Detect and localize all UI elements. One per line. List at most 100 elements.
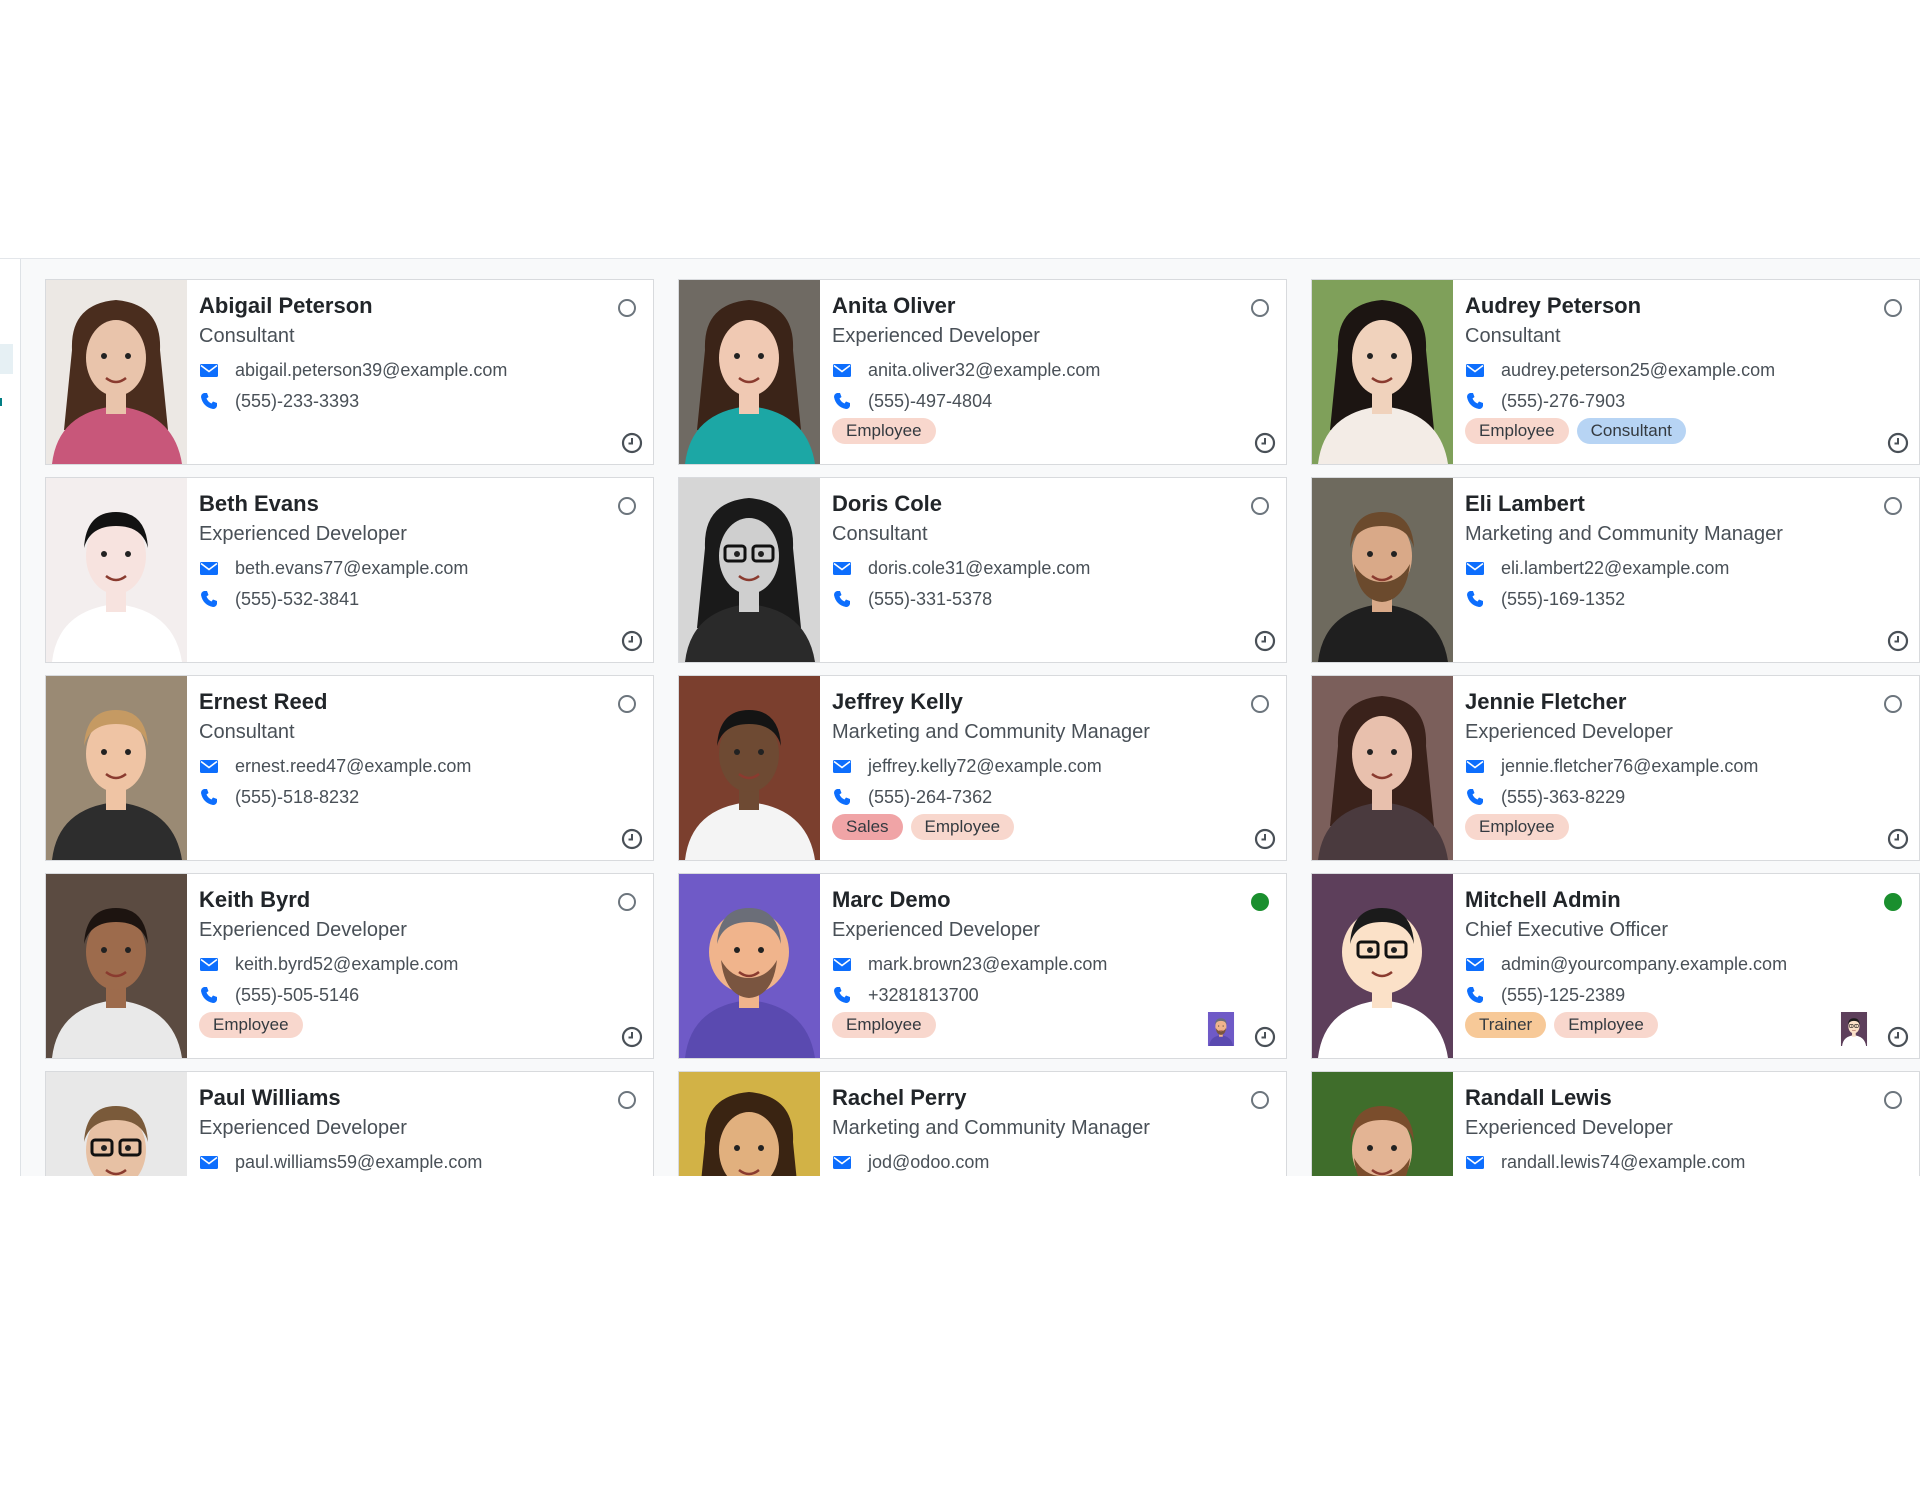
employee-email[interactable]: ernest.reed47@example.com xyxy=(235,754,471,778)
employee-kanban-grid: Abigail Peterson Consultant abigail.peters… xyxy=(45,279,1920,1176)
employee-email[interactable]: mark.brown23@example.com xyxy=(868,952,1107,976)
sidebar-selected-item[interactable] xyxy=(0,344,13,374)
employee-card[interactable]: Audrey Peterson Consultant audrey.peterson… xyxy=(1311,279,1920,465)
employee-email[interactable]: eli.lambert22@example.com xyxy=(1501,556,1729,580)
presence-icon[interactable] xyxy=(1250,694,1270,714)
clock-icon[interactable] xyxy=(621,630,643,652)
presence-icon[interactable] xyxy=(617,694,637,714)
employee-phone[interactable]: (555)-518-8232 xyxy=(235,785,359,809)
employee-email[interactable]: jod@odoo.com xyxy=(868,1150,989,1174)
employee-card[interactable]: Rachel Perry Marketing and Community Mana… xyxy=(678,1071,1287,1176)
presence-icon[interactable] xyxy=(1883,694,1903,714)
employee-info: Mitchell Admin Chief Executive Officer adm… xyxy=(1465,886,1859,1038)
phone-icon xyxy=(199,391,219,411)
employee-job-title: Marketing and Community Manager xyxy=(1465,523,1783,545)
employee-card[interactable]: Beth Evans Experienced Developer beth.evan… xyxy=(45,477,654,663)
employee-name: Paul Williams xyxy=(199,1085,341,1110)
presence-icon[interactable] xyxy=(617,892,637,912)
employee-name: Abigail Peterson xyxy=(199,293,373,318)
presence-icon[interactable] xyxy=(1250,496,1270,516)
employee-phone[interactable]: (555)-532-3841 xyxy=(235,587,359,611)
clock-icon[interactable] xyxy=(1887,630,1909,652)
presence-icon[interactable] xyxy=(1883,496,1903,516)
presence-icon[interactable] xyxy=(1883,1090,1903,1110)
employee-card[interactable]: Abigail Peterson Consultant abigail.peters… xyxy=(45,279,654,465)
envelope-icon xyxy=(199,558,219,578)
employee-job-title: Experienced Developer xyxy=(1465,721,1673,743)
employee-info: Eli Lambert Marketing and Community Manag… xyxy=(1465,490,1859,611)
presence-icon[interactable] xyxy=(1250,1090,1270,1110)
employee-card[interactable]: Keith Byrd Experienced Developer keith.byr… xyxy=(45,873,654,1059)
tag-employee: Employee xyxy=(910,814,1015,840)
employee-email[interactable]: jeffrey.kelly72@example.com xyxy=(868,754,1102,778)
clock-icon[interactable] xyxy=(1887,1026,1909,1048)
envelope-icon xyxy=(1465,1152,1485,1172)
tag-trainer: Trainer xyxy=(1465,1012,1547,1038)
sidebar-indicator xyxy=(0,398,2,406)
employee-job-title: Consultant xyxy=(1465,325,1561,347)
employee-info: Ernest Reed Consultant ernest.reed47@examp… xyxy=(199,688,593,809)
email-row: paul.williams59@example.com xyxy=(199,1150,593,1174)
employee-card[interactable]: Ernest Reed Consultant ernest.reed47@examp… xyxy=(45,675,654,861)
presence-icon[interactable] xyxy=(617,496,637,516)
employee-email[interactable]: anita.oliver32@example.com xyxy=(868,358,1100,382)
employee-info: Rachel Perry Marketing and Community Mana… xyxy=(832,1084,1226,1176)
employee-card[interactable]: Eli Lambert Marketing and Community Manag… xyxy=(1311,477,1920,663)
employee-email[interactable]: doris.cole31@example.com xyxy=(868,556,1090,580)
tag-list: Trainer Employee xyxy=(1465,1012,1859,1038)
clock-icon[interactable] xyxy=(621,1026,643,1048)
presence-icon[interactable] xyxy=(617,1090,637,1110)
user-avatar[interactable] xyxy=(1837,1012,1871,1046)
employee-phone[interactable]: +3281813700 xyxy=(868,983,979,1007)
employee-name: Jeffrey Kelly xyxy=(832,689,963,714)
employee-phone[interactable]: (555)-125-2389 xyxy=(1501,983,1625,1007)
employee-card[interactable]: Mitchell Admin Chief Executive Officer adm… xyxy=(1311,873,1920,1059)
clock-icon[interactable] xyxy=(621,828,643,850)
clock-icon[interactable] xyxy=(1254,828,1276,850)
employee-email[interactable]: admin@yourcompany.example.com xyxy=(1501,952,1787,976)
presence-icon[interactable] xyxy=(1883,298,1903,318)
employee-phone[interactable]: (555)-169-1352 xyxy=(1501,587,1625,611)
tag-list: Employee Consultant xyxy=(1465,418,1859,444)
employee-email[interactable]: randall.lewis74@example.com xyxy=(1501,1150,1745,1174)
presence-icon[interactable] xyxy=(1883,892,1903,912)
employee-card[interactable]: Anita Oliver Experienced Developer anita.o… xyxy=(678,279,1287,465)
employee-card[interactable]: Paul Williams Experienced Developer paul.w… xyxy=(45,1071,654,1176)
presence-icon[interactable] xyxy=(1250,298,1270,318)
clock-icon[interactable] xyxy=(1887,828,1909,850)
employee-phone[interactable]: (555)-363-8229 xyxy=(1501,785,1625,809)
employee-card[interactable]: Randall Lewis Experienced Developer randal… xyxy=(1311,1071,1920,1176)
employee-phone[interactable]: (555)-505-5146 xyxy=(235,983,359,1007)
kanban-view: Abigail Peterson Consultant abigail.peters… xyxy=(0,259,1920,1176)
employee-card[interactable]: Doris Cole Consultant doris.cole31@example… xyxy=(678,477,1287,663)
employee-phone[interactable]: (555)-276-7903 xyxy=(1501,389,1625,413)
clock-icon[interactable] xyxy=(1254,630,1276,652)
envelope-icon xyxy=(199,1152,219,1172)
employee-photo xyxy=(46,1072,187,1176)
clock-icon[interactable] xyxy=(1254,432,1276,454)
employee-card[interactable]: Marc Demo Experienced Developer mark.brown… xyxy=(678,873,1287,1059)
employee-phone[interactable]: (555)-331-5378 xyxy=(868,587,992,611)
employee-info: Marc Demo Experienced Developer mark.brown… xyxy=(832,886,1226,1038)
employee-phone[interactable]: (555)-497-4804 xyxy=(868,389,992,413)
clock-icon[interactable] xyxy=(1254,1026,1276,1048)
employee-job-title: Experienced Developer xyxy=(199,523,407,545)
employee-email[interactable]: keith.byrd52@example.com xyxy=(235,952,458,976)
employee-card[interactable]: Jeffrey Kelly Marketing and Community Man… xyxy=(678,675,1287,861)
employee-email[interactable]: audrey.peterson25@example.com xyxy=(1501,358,1775,382)
employee-card[interactable]: Jennie Fletcher Experienced Developer jenn… xyxy=(1311,675,1920,861)
employee-phone[interactable]: (555)-233-3393 xyxy=(235,389,359,413)
clock-icon[interactable] xyxy=(1887,432,1909,454)
employee-phone[interactable]: (555)-264-7362 xyxy=(868,785,992,809)
employee-email[interactable]: beth.evans77@example.com xyxy=(235,556,468,580)
clock-icon[interactable] xyxy=(621,432,643,454)
user-avatar[interactable] xyxy=(1204,1012,1238,1046)
phone-icon xyxy=(199,589,219,609)
presence-icon[interactable] xyxy=(1250,892,1270,912)
employee-email[interactable]: jennie.fletcher76@example.com xyxy=(1501,754,1758,778)
employee-email[interactable]: paul.williams59@example.com xyxy=(235,1150,482,1174)
employee-email[interactable]: abigail.peterson39@example.com xyxy=(235,358,507,382)
presence-icon[interactable] xyxy=(617,298,637,318)
employee-name: Eli Lambert xyxy=(1465,491,1585,516)
employee-photo xyxy=(679,478,820,662)
